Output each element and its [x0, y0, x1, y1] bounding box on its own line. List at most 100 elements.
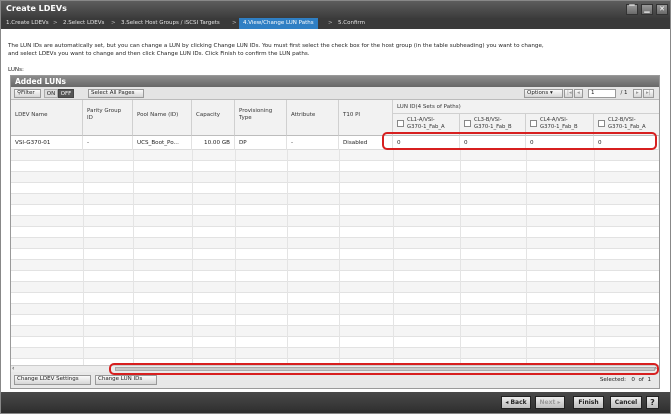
col-pool-name[interactable]: Pool Name (ID): [133, 100, 192, 136]
grid-line: [287, 282, 288, 293]
grid-line: [526, 227, 527, 238]
col-parity-group-id[interactable]: Parity Group ID: [83, 100, 133, 136]
grid-line: [594, 238, 595, 249]
grid-line: [594, 227, 595, 238]
grid-line: [526, 271, 527, 282]
instructions-line-1: The LUN IDs are automatically set, but y…: [8, 43, 544, 49]
close-icon[interactable]: ✕: [656, 4, 668, 15]
col-provisioning-type[interactable]: Provisioning Type: [235, 100, 287, 136]
empty-table-row: [11, 183, 659, 194]
grid-line: [460, 161, 461, 172]
options-button[interactable]: Options ▾: [524, 89, 563, 98]
lun-path-checkbox-3[interactable]: [530, 120, 537, 127]
step-4-active: 4.View/Change LUN Paths: [239, 18, 318, 29]
grid-line: [393, 238, 394, 249]
empty-table-row: [11, 304, 659, 315]
col-capacity[interactable]: Capacity: [192, 100, 235, 136]
grid-line: [594, 161, 595, 172]
grid-line: [339, 271, 340, 282]
grid-line: [594, 183, 595, 194]
grid-line: [393, 348, 394, 359]
next-page-icon[interactable]: ▸: [633, 89, 642, 98]
grid-line: [393, 304, 394, 315]
col-ldev-name[interactable]: LDEV Name: [11, 100, 83, 136]
back-button[interactable]: ◂ Back: [501, 396, 531, 409]
first-page-icon[interactable]: |◂: [564, 89, 573, 98]
grid-line: [235, 172, 236, 183]
grid-line: [594, 150, 595, 161]
grid-line: [594, 348, 595, 359]
chevron-down-icon: ▾: [549, 90, 553, 96]
grid-line: [594, 205, 595, 216]
change-ldev-settings-button[interactable]: Change LDEV Settings: [14, 375, 91, 385]
grid-line: [287, 293, 288, 304]
lun-id-group-header: LUN ID(4 Sets of Paths): [393, 100, 659, 114]
instructions-line-2: and select LDEVs you want to change and …: [8, 51, 310, 57]
cell-ldev-name: VSI-G370-01: [11, 136, 83, 150]
empty-table-row: [11, 227, 659, 238]
grid-line: [83, 227, 84, 238]
filter-off-toggle[interactable]: OFF: [58, 89, 74, 98]
grid-line: [339, 216, 340, 227]
instructions: The LUN IDs are automatically set, but y…: [8, 42, 658, 58]
page-number-input[interactable]: 1: [588, 89, 616, 98]
col-attribute[interactable]: Attribute: [287, 100, 339, 136]
grid-line: [83, 150, 84, 161]
lun-path-3-line1: CL4-A/VSI-: [540, 117, 568, 123]
change-lun-ids-button[interactable]: Change LUN IDs: [95, 375, 157, 385]
lun-path-checkbox-1[interactable]: [397, 120, 404, 127]
luns-label: LUNs:: [8, 67, 24, 73]
grid-line: [460, 282, 461, 293]
grid-line: [83, 348, 84, 359]
col-t10-pi[interactable]: T10 PI: [339, 100, 393, 136]
grid-line: [594, 304, 595, 315]
grid-line: [526, 172, 527, 183]
grid-line: [83, 271, 84, 282]
selected-value: 0: [631, 377, 635, 383]
maximize-icon[interactable]: ▔: [626, 4, 638, 15]
cell-provisioning-type: DP: [235, 136, 287, 150]
grid-line: [192, 216, 193, 227]
grid-line: [287, 194, 288, 205]
grid-line: [83, 315, 84, 326]
grid-line: [594, 249, 595, 260]
grid-line: [393, 183, 394, 194]
grid-line: [460, 293, 461, 304]
grid-line: [526, 238, 527, 249]
empty-table-row: [11, 150, 659, 161]
grid-line: [192, 260, 193, 271]
lun-path-checkbox-2[interactable]: [464, 120, 471, 127]
select-all-pages-button[interactable]: Select All Pages: [88, 89, 144, 98]
last-page-icon[interactable]: ▸|: [643, 89, 654, 98]
cell-parity-group-id: -: [83, 136, 133, 150]
grid-line: [339, 282, 340, 293]
grid-line: [393, 216, 394, 227]
cancel-button[interactable]: Cancel: [610, 396, 642, 409]
grid-line: [393, 205, 394, 216]
grid-line: [287, 238, 288, 249]
filter-button[interactable]: ⚲Filter: [14, 89, 41, 98]
grid-line: [192, 205, 193, 216]
grid-line: [594, 260, 595, 271]
finish-button[interactable]: Finish: [573, 396, 604, 409]
grid-line: [192, 348, 193, 359]
filter-on-toggle[interactable]: ON: [44, 89, 58, 98]
grid-line: [192, 249, 193, 260]
grid-line: [192, 172, 193, 183]
next-button[interactable]: Next ▸: [535, 396, 565, 409]
help-icon[interactable]: ?: [646, 396, 659, 409]
grid-line: [594, 172, 595, 183]
selected-total: 1: [647, 377, 651, 383]
selected-label: Selected:: [599, 377, 626, 383]
grid-line: [594, 271, 595, 282]
grid-line: [339, 304, 340, 315]
scroll-left-icon[interactable]: ‹: [12, 365, 14, 372]
previous-page-icon[interactable]: ◂: [574, 89, 583, 98]
grid-line: [83, 304, 84, 315]
lun-path-checkbox-4[interactable]: [598, 120, 605, 127]
grid-line: [133, 172, 134, 183]
minimize-icon[interactable]: ▁: [641, 4, 653, 15]
grid-line: [393, 194, 394, 205]
grid-line: [526, 161, 527, 172]
empty-table-row: [11, 271, 659, 282]
